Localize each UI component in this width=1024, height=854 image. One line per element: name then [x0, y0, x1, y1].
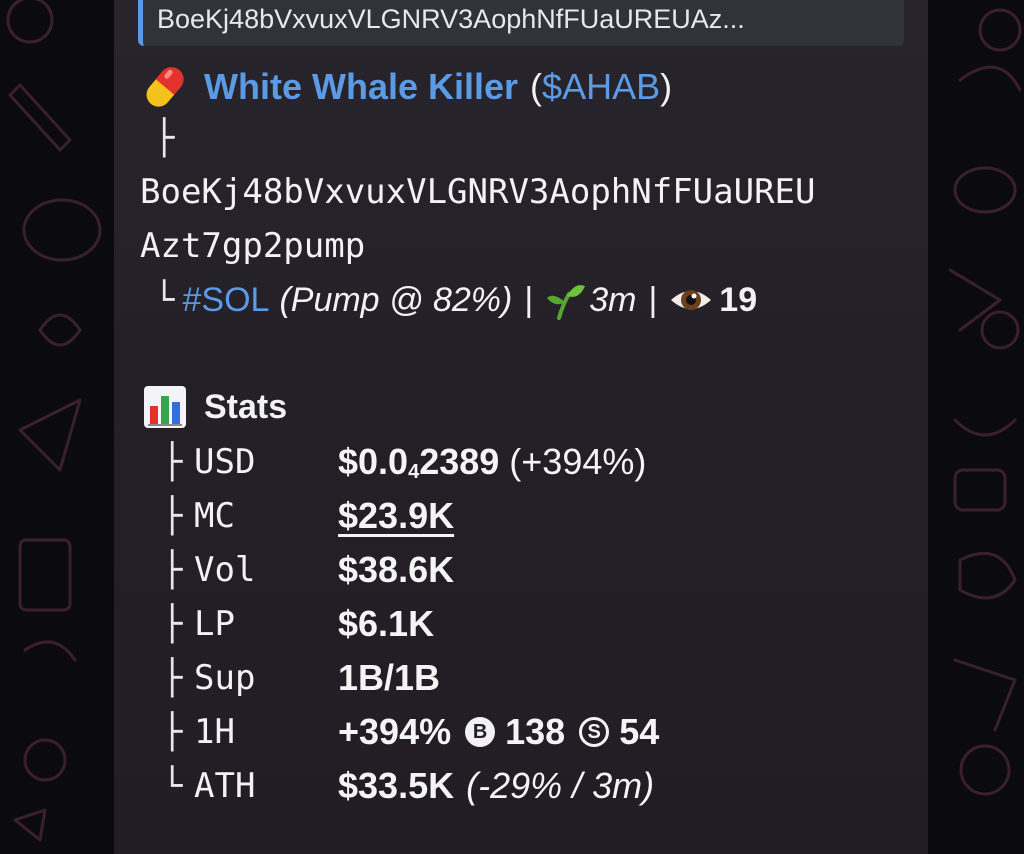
market-cap-link[interactable]: $23.9K: [338, 495, 454, 537]
open-paren: (: [530, 66, 543, 107]
price-zero-count: 4: [408, 460, 420, 483]
stat-branch: ├: [162, 604, 183, 644]
pill-icon: [146, 67, 184, 107]
stats-heading: Stats: [142, 384, 287, 430]
stat-value: $0.0 4 2389 (+394%): [338, 441, 646, 483]
buy-count: 138: [505, 711, 566, 752]
stat-row-supply: ├ Sup 1B/1B: [162, 656, 440, 700]
chain-hashtag[interactable]: #SOL: [182, 281, 269, 320]
contract-address-line-2[interactable]: Azt7gp2pump: [140, 226, 365, 266]
stat-key: Vol: [194, 550, 256, 590]
pump-status: (Pump @ 82%): [279, 280, 513, 319]
stat-branch: ├: [162, 712, 183, 752]
hour-change: +394%: [338, 711, 452, 752]
separator: |: [524, 280, 534, 319]
tree-branch: ├: [154, 118, 175, 158]
price-main: $0.0: [338, 441, 409, 482]
stat-branch: └: [162, 766, 183, 806]
liquidity-value: $6.1K: [338, 603, 435, 644]
stat-key: MC: [194, 496, 235, 536]
stat-row-vol: ├ Vol $38.6K: [162, 548, 454, 592]
message-bubble: BoeKj48bVxvuxVLGNRV3AophNfFUaUREUAz... W…: [114, 0, 928, 854]
sell-coin-icon: S: [579, 717, 610, 747]
ath-value: $33.5K: [338, 765, 455, 806]
stat-key: USD: [194, 442, 256, 482]
stat-branch: ├: [162, 550, 183, 590]
token-title-row: White Whale Killer ( $AHAB ): [140, 62, 672, 112]
bar-chart-icon: [144, 386, 186, 428]
stat-key: ATH: [194, 766, 256, 806]
contract-address-line-1[interactable]: BoeKj48bVxvuxVLGNRV3AophNfFUaUREU: [140, 172, 816, 212]
sell-count: 54: [619, 711, 660, 752]
price-rest: 2389: [419, 441, 500, 482]
view-count: 19: [719, 280, 758, 319]
stat-row-ath: └ ATH $33.5K (-29% / 3m): [162, 764, 654, 808]
stat-row-usd: ├ USD $0.0 4 2389 (+394%): [162, 440, 646, 484]
stat-row-mc: ├ MC $23.9K: [162, 494, 454, 538]
stats-label: Stats: [204, 387, 288, 426]
quote-text: BoeKj48bVxvuxVLGNRV3AophNfFUaUREUAz...: [157, 4, 745, 34]
seedling-icon: [547, 285, 586, 320]
stat-key: 1H: [194, 712, 235, 752]
ath-stats: $33.5K (-29% / 3m): [338, 765, 654, 807]
stat-branch: ├: [162, 496, 183, 536]
token-meta-row: └ #SOL (Pump @ 82%) | 3m | 19: [154, 276, 757, 324]
stat-key: LP: [194, 604, 235, 644]
stat-key: Sup: [194, 658, 256, 698]
token-name-link[interactable]: White Whale Killer: [204, 66, 518, 108]
reply-quote[interactable]: BoeKj48bVxvuxVLGNRV3AophNfFUaUREUAz...: [138, 0, 904, 46]
volume-value: $38.6K: [338, 549, 455, 590]
tree-corner: └: [154, 280, 175, 320]
supply-value: 1B/1B: [338, 657, 441, 698]
stat-branch: ├: [162, 442, 183, 482]
stat-branch: ├: [162, 658, 183, 698]
stat-row-1h: ├ 1H +394% B 138 S 54: [162, 710, 659, 754]
buy-coin-icon: B: [465, 717, 496, 747]
separator-2: |: [648, 280, 658, 319]
eye-icon: [671, 290, 712, 310]
close-paren: ): [660, 66, 673, 107]
token-age: 3m: [589, 280, 637, 319]
price-change: (+394%): [509, 441, 647, 482]
hour-stats: +394% B 138 S 54: [338, 711, 659, 753]
token-ticker-link[interactable]: $AHAB: [542, 66, 660, 108]
stat-row-lp: ├ LP $6.1K: [162, 602, 434, 646]
ath-change: (-29% / 3m): [466, 765, 655, 806]
